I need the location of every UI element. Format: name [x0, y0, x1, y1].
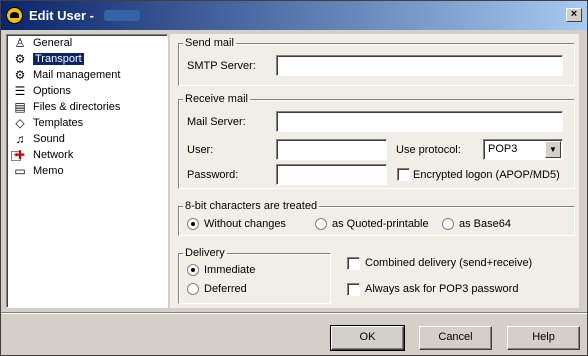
edit-user-dialog: Edit User - × ♙ General ⚙ Transport ⚙ Mail … [0, 0, 588, 356]
radio-quoted-printable[interactable] [315, 218, 327, 230]
tree-item-templates[interactable]: ◇ Templates [13, 116, 83, 131]
encrypted-logon-label: Encrypted logon (APOP/MD5) [413, 169, 560, 181]
radio-without-changes[interactable] [187, 218, 199, 230]
immediate-label: Immediate [204, 264, 256, 276]
eight-bit-legend: 8-bit characters are treated [185, 200, 318, 212]
tree-item-general[interactable]: ♙ General [13, 35, 73, 51]
transport-panel: Send mail SMTP Server: Receive mail Mail… [170, 34, 579, 308]
user-label: User: [187, 144, 214, 156]
radio-deferred[interactable] [187, 283, 199, 295]
gear-icon: ⚙ [14, 51, 26, 66]
base64-label: as Base64 [459, 218, 511, 230]
memo-icon: ▭ [14, 163, 26, 178]
window-title: Edit User - [29, 8, 95, 23]
deferred-label: Deferred [204, 283, 247, 295]
templates-icon: ◇ [15, 115, 25, 130]
ok-button[interactable]: OK [330, 325, 405, 351]
close-button[interactable]: × [566, 8, 582, 22]
files-icon: ▤ [14, 99, 26, 114]
gear-icon: ⚙ [14, 67, 26, 82]
tree-item-options[interactable]: ☰ Options [13, 84, 71, 99]
receive-mail-legend: Receive mail [185, 93, 248, 105]
options-icon: ☰ [14, 83, 26, 98]
help-button[interactable]: Help [507, 326, 580, 350]
use-protocol-label: Use protocol: [396, 144, 461, 156]
password-label: Password: [187, 169, 239, 181]
tree-item-mail-management[interactable]: ⚙ Mail management [13, 67, 121, 83]
combined-delivery-checkbox[interactable] [347, 257, 360, 270]
password-input[interactable] [276, 164, 387, 185]
user-input[interactable] [276, 139, 387, 160]
mail-server-input[interactable] [276, 111, 563, 132]
person-icon: ♙ [14, 35, 26, 50]
quoted-printable-label: as Quoted-printable [332, 218, 429, 230]
protocol-value: POP3 [488, 143, 518, 155]
smtp-server-label: SMTP Server: [187, 60, 256, 72]
tree-item-memo[interactable]: ▭ Memo [13, 163, 63, 179]
separator [1, 312, 587, 314]
chevron-down-icon[interactable]: ▼ [545, 141, 561, 158]
title-bar[interactable]: Edit User - × [1, 1, 587, 30]
network-icon: ✚ [14, 147, 26, 162]
without-changes-label: Without changes [204, 218, 286, 230]
cancel-button[interactable]: Cancel [419, 326, 492, 350]
send-mail-legend: Send mail [185, 37, 234, 49]
tree-item-files-directories[interactable]: ▤ Files & directories [13, 100, 120, 115]
tree-item-transport[interactable]: ⚙ Transport [13, 52, 84, 67]
radio-base64[interactable] [442, 218, 454, 230]
smtp-server-input[interactable] [276, 55, 563, 76]
combined-delivery-label: Combined delivery (send+receive) [365, 257, 533, 269]
mail-server-label: Mail Server: [187, 116, 246, 128]
redacted-username [104, 10, 140, 21]
tree-item-network[interactable]: ✚ Network [13, 148, 73, 163]
always-ask-password-checkbox[interactable] [347, 283, 360, 296]
encrypted-logon-checkbox[interactable] [397, 168, 410, 181]
protocol-select[interactable]: POP3 ▼ [483, 139, 563, 160]
bat-app-icon [6, 7, 23, 24]
always-ask-password-label: Always ask for POP3 password [365, 283, 519, 295]
delivery-legend: Delivery [185, 247, 225, 259]
close-icon: × [570, 8, 578, 20]
tree-item-sound[interactable]: ♫ Sound [13, 132, 65, 147]
settings-tree: ♙ General ⚙ Transport ⚙ Mail management ☰ Op… [6, 34, 168, 308]
music-note-icon: ♫ [15, 131, 25, 146]
radio-immediate[interactable] [187, 264, 199, 276]
